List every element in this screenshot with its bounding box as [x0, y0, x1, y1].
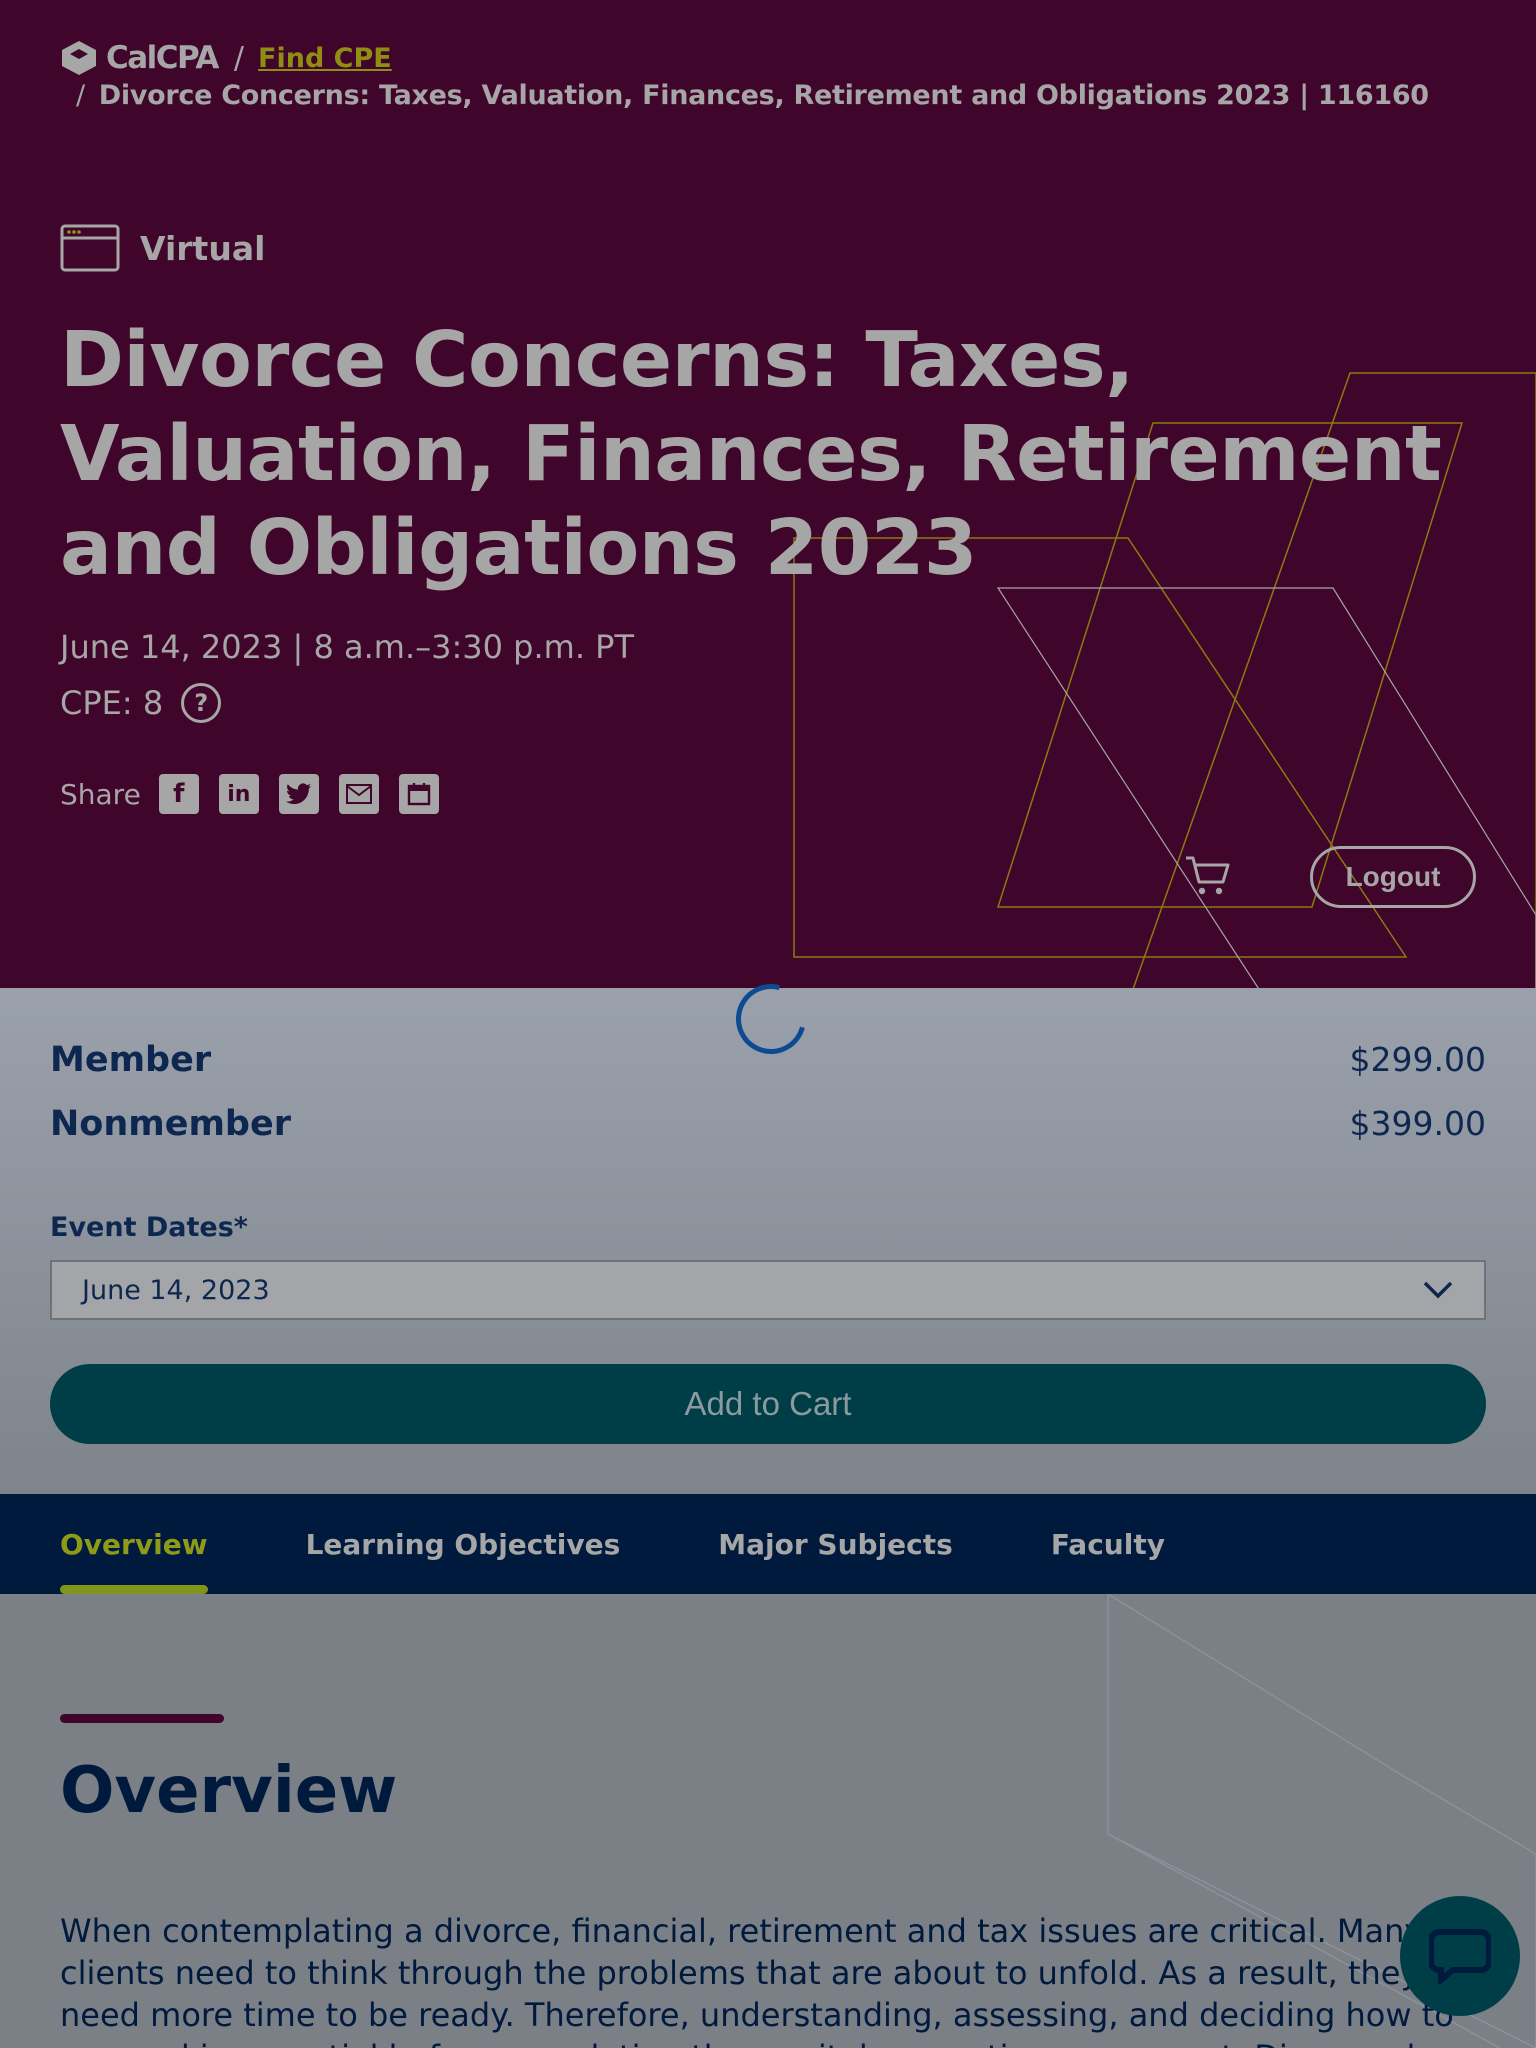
breadcrumb-find-cpe-link[interactable]: Find CPE [258, 43, 392, 74]
format-label: Virtual [140, 228, 266, 268]
overview-section: Overview When contemplating a divorce, f… [0, 1594, 1536, 2048]
tab-overview[interactable]: Overview [60, 1494, 208, 1594]
section-tabs: Overview Learning Objectives Major Subje… [0, 1494, 1536, 1594]
email-icon[interactable] [338, 774, 379, 814]
facebook-icon[interactable]: f [158, 774, 199, 814]
logout-button[interactable]: Logout [1310, 846, 1476, 908]
tab-major-subjects[interactable]: Major Subjects [718, 1494, 953, 1594]
brand-name: CalCPA [106, 40, 219, 76]
cart-icon[interactable] [1184, 854, 1232, 902]
price-label: Member [50, 1040, 212, 1080]
price-value: $299.00 [1349, 1040, 1486, 1079]
calcpa-logo-icon [62, 41, 96, 75]
cpe-credits: CPE: 8 ? [60, 683, 222, 723]
event-title: Divorce Concerns: Taxes, Valuation, Fina… [60, 316, 1442, 593]
add-to-cart-button[interactable]: Add to Cart [50, 1364, 1486, 1444]
price-value: $399.00 [1349, 1104, 1486, 1143]
tab-learning-objectives[interactable]: Learning Objectives [306, 1494, 621, 1594]
cpe-value: CPE: 8 [60, 684, 164, 722]
event-dates-label: Event Dates* [50, 1212, 248, 1243]
event-datetime: June 14, 2023 | 8 a.m.–3:30 p.m. PT [60, 628, 635, 666]
tab-faculty[interactable]: Faculty [1051, 1494, 1165, 1594]
linkedin-icon[interactable]: in [218, 774, 259, 814]
breadcrumb: CalCPA / Find CPE / Divorce Concerns: Tax… [60, 40, 1429, 111]
calendar-icon[interactable] [398, 774, 439, 814]
share-label: Share [60, 777, 141, 811]
chat-button[interactable] [1400, 1896, 1520, 2016]
breadcrumb-separator: / [76, 80, 85, 111]
help-icon[interactable]: ? [181, 683, 222, 723]
overview-heading: Overview [60, 1754, 398, 1828]
share-bar: Share f in [60, 774, 459, 814]
overview-body: When contemplating a divorce, financial,… [60, 1912, 1454, 2048]
section-accent-bar [60, 1714, 224, 1723]
price-row-nonmember: Nonmember $399.00 [50, 1104, 1486, 1144]
event-date-select[interactable]: June 14, 2023 [50, 1260, 1486, 1320]
calcpa-logo[interactable]: CalCPA [60, 39, 219, 77]
virtual-screen-icon [60, 224, 120, 272]
breadcrumb-separator: / [233, 40, 245, 76]
selected-date: June 14, 2023 [82, 1274, 270, 1306]
breadcrumb-current: Divorce Concerns: Taxes, Valuation, Fina… [98, 80, 1429, 111]
event-format: Virtual [60, 224, 265, 272]
chat-icon [1429, 1929, 1491, 1984]
price-label: Nonmember [50, 1104, 291, 1144]
twitter-icon[interactable] [278, 774, 319, 814]
event-hero: CalCPA / Find CPE / Divorce Concerns: Tax… [0, 0, 1536, 988]
chevron-down-icon [1423, 1281, 1453, 1299]
